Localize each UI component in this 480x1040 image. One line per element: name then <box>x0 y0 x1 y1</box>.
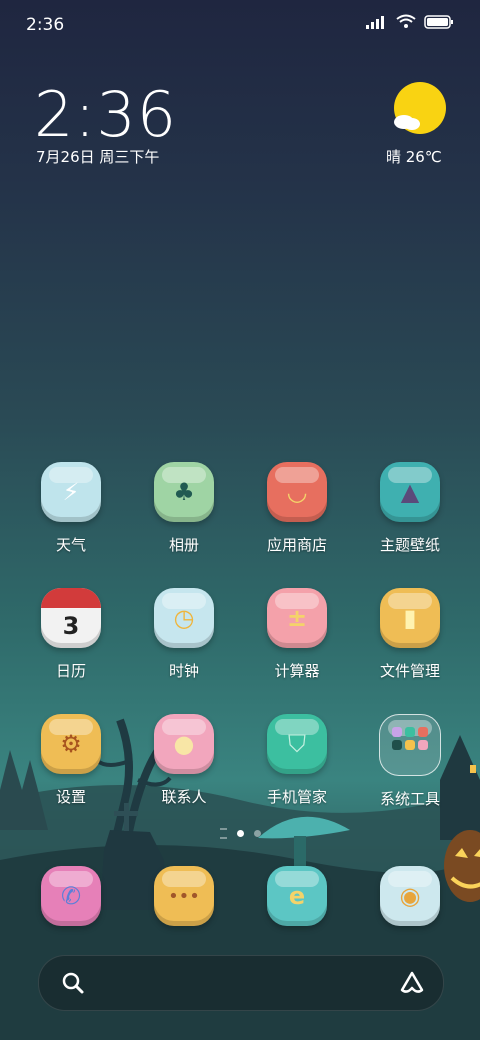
app-security[interactable]: ⛉ 手机管家 <box>242 714 352 807</box>
app-store[interactable]: ◡ 应用商店 <box>242 462 352 555</box>
dock-browser[interactable]: e <box>242 866 352 926</box>
gallery-icon: ♣ <box>154 462 214 522</box>
theme-icon: ▲ <box>380 462 440 522</box>
calendar-icon: 3 <box>41 588 101 648</box>
dock-phone[interactable]: ✆ <box>16 866 126 926</box>
status-bar: 2:36 <box>0 0 480 50</box>
status-time: 2:36 <box>26 15 65 35</box>
list-view-indicator[interactable] <box>219 828 227 839</box>
messages-icon: ••• <box>154 866 214 926</box>
assistant-icon[interactable] <box>399 970 425 1000</box>
clock-icon: ◷ <box>154 588 214 648</box>
store-icon: ◡ <box>267 462 327 522</box>
app-calendar[interactable]: 3 日历 <box>16 588 126 681</box>
phone-icon: ✆ <box>41 866 101 926</box>
wifi-icon <box>396 14 416 33</box>
sunny-weather-icon[interactable] <box>390 82 446 138</box>
app-system-tools-folder[interactable]: 系统工具 <box>355 714 465 809</box>
page-dot[interactable] <box>253 830 261 837</box>
clock-widget[interactable]: 2:36 <box>34 78 177 151</box>
camera-icon: ◉ <box>380 866 440 926</box>
battery-icon <box>424 14 454 33</box>
browser-icon: e <box>267 866 327 926</box>
app-gallery[interactable]: ♣ 相册 <box>129 462 239 555</box>
settings-icon: ⚙ <box>41 714 101 774</box>
search-bar[interactable] <box>38 955 444 1011</box>
security-icon: ⛉ <box>267 714 327 774</box>
weather-icon: ⚡ <box>41 462 101 522</box>
app-calculator[interactable]: ± 计算器 <box>242 588 352 681</box>
dock-camera[interactable]: ◉ <box>355 866 465 926</box>
dock-messages[interactable]: ••• <box>129 866 239 926</box>
contacts-icon: ● <box>154 714 214 774</box>
signal-icon <box>366 14 388 33</box>
file-manager-icon: ▮ <box>380 588 440 648</box>
app-clock[interactable]: ◷ 时钟 <box>129 588 239 681</box>
weather-summary: 晴 26℃ <box>386 148 442 166</box>
app-file-manager[interactable]: ▮ 文件管理 <box>355 588 465 681</box>
app-settings[interactable]: ⚙ 设置 <box>16 714 126 807</box>
date-label: 7月26日 周三下午 <box>36 148 160 166</box>
app-contacts[interactable]: ● 联系人 <box>129 714 239 807</box>
calculator-icon: ± <box>267 588 327 648</box>
folder-icon <box>379 714 441 776</box>
app-themes[interactable]: ▲ 主题壁纸 <box>355 462 465 555</box>
page-dot-active[interactable] <box>236 830 244 837</box>
search-icon[interactable] <box>61 971 85 999</box>
app-weather[interactable]: ⚡ 天气 <box>16 462 126 555</box>
page-indicator[interactable] <box>0 828 480 839</box>
